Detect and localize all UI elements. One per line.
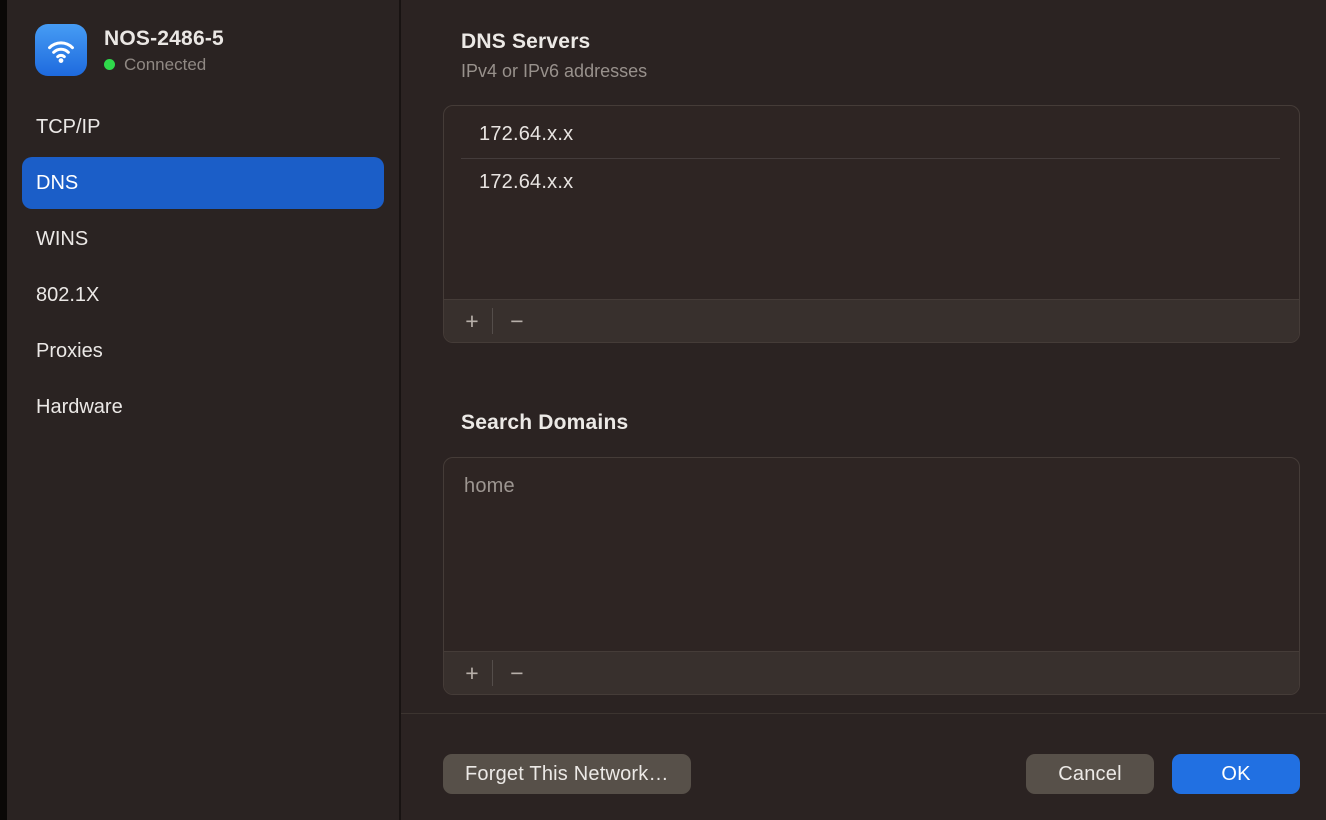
dns-server-row[interactable]: 172.64.x.x	[444, 111, 1299, 158]
dns-pane-body: DNS Servers IPv4 or IPv6 addresses 172.6…	[401, 0, 1326, 820]
network-identity: NOS-2486-5 Connected	[104, 26, 224, 75]
window-left-edge	[0, 0, 7, 820]
dns-servers-list: 172.64.x.x 172.64.x.x + −	[443, 105, 1300, 343]
sidebar-item-8021x[interactable]: 802.1X	[22, 269, 384, 321]
remove-dns-server-button[interactable]: −	[499, 306, 535, 336]
sidebar-item-tcpip[interactable]: TCP/IP	[22, 101, 384, 153]
ok-button[interactable]: OK	[1172, 754, 1300, 794]
sidebar-nav: TCP/IP DNS WINS 802.1X Proxies Hardware	[7, 101, 399, 433]
dns-pane: DNS Servers IPv4 or IPv6 addresses 172.6…	[401, 0, 1326, 820]
add-dns-server-button[interactable]: +	[454, 306, 490, 336]
footer-separator	[492, 308, 493, 334]
dns-server-row[interactable]: 172.64.x.x	[444, 159, 1299, 206]
dns-servers-rows: 172.64.x.x 172.64.x.x	[444, 106, 1299, 299]
search-domains-title: Search Domains	[461, 410, 1300, 436]
sidebar-item-proxies[interactable]: Proxies	[22, 325, 384, 377]
minus-icon: −	[510, 660, 523, 687]
dns-servers-title: DNS Servers	[461, 29, 1300, 55]
dialog-actions: Cancel OK	[1026, 754, 1300, 794]
connected-status-dot-icon	[104, 59, 115, 70]
network-header: NOS-2486-5 Connected	[7, 24, 399, 76]
search-domains-section: Search Domains home + −	[443, 410, 1300, 695]
network-details-window: NOS-2486-5 Connected TCP/IP DNS WINS 802…	[0, 0, 1326, 820]
minus-icon: −	[510, 308, 523, 335]
wifi-icon	[35, 24, 87, 76]
dns-servers-section: DNS Servers IPv4 or IPv6 addresses 172.6…	[443, 29, 1300, 343]
sidebar-item-wins[interactable]: WINS	[22, 213, 384, 265]
sidebar: NOS-2486-5 Connected TCP/IP DNS WINS 802…	[7, 0, 401, 820]
plus-icon: +	[465, 660, 478, 687]
search-domains-rows: home	[444, 458, 1299, 651]
remove-search-domain-button[interactable]: −	[499, 658, 535, 688]
search-domains-list-footer: + −	[444, 651, 1299, 694]
plus-icon: +	[465, 308, 478, 335]
forget-network-button[interactable]: Forget This Network…	[443, 754, 691, 794]
sidebar-item-dns[interactable]: DNS	[22, 157, 384, 209]
network-name: NOS-2486-5	[104, 26, 224, 51]
connected-status-label: Connected	[124, 55, 206, 75]
footer-separator	[492, 660, 493, 686]
cancel-button[interactable]: Cancel	[1026, 754, 1154, 794]
sidebar-item-hardware[interactable]: Hardware	[22, 381, 384, 433]
network-status: Connected	[104, 55, 224, 75]
search-domains-list: home + −	[443, 457, 1300, 695]
add-search-domain-button[interactable]: +	[454, 658, 490, 688]
search-domain-row[interactable]: home	[444, 463, 1299, 510]
footer-buttons: Forget This Network… Cancel OK	[443, 714, 1300, 794]
dns-servers-list-footer: + −	[444, 299, 1299, 342]
dns-servers-subtitle: IPv4 or IPv6 addresses	[461, 59, 1300, 83]
